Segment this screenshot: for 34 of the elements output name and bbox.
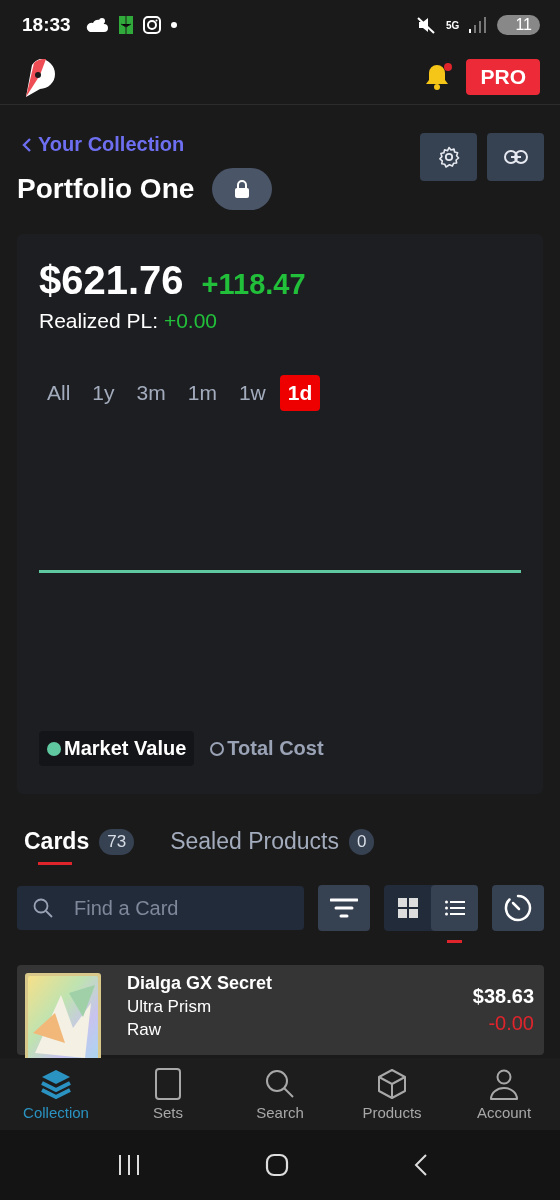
card-condition: Raw	[127, 1020, 162, 1040]
category-tab[interactable]: Sealed Products 0	[170, 828, 375, 865]
nav-tab[interactable]: Sets	[112, 1058, 224, 1130]
nav-tab[interactable]: Products	[336, 1058, 448, 1130]
value-change: +118.47	[201, 268, 306, 301]
count-badge: 73	[99, 828, 135, 855]
range-tab[interactable]: 1m	[179, 375, 225, 411]
network-label: 5G	[446, 19, 460, 31]
card-name: Dialga GX Secret	[127, 973, 274, 994]
clock-time: 18:33	[22, 14, 71, 36]
portfolio-title: Portfolio One	[17, 173, 195, 205]
range-tab[interactable]: 1d	[279, 375, 321, 411]
pro-button[interactable]: PRO	[466, 59, 540, 95]
card-set: Ultra Prism	[127, 997, 213, 1017]
search-field[interactable]: Find a Card	[17, 886, 304, 930]
range-tab[interactable]: 1y	[84, 375, 123, 411]
range-tab[interactable]: 1w	[230, 375, 274, 411]
realized-pl-label: Realized PL:	[39, 309, 160, 332]
count-badge: 0	[348, 828, 375, 855]
range-tab[interactable]: 3m	[128, 375, 174, 411]
range-tab[interactable]: All	[39, 375, 79, 411]
realized-pl-value: +0.00	[163, 309, 218, 332]
back-link[interactable]: Your Collection	[17, 133, 420, 156]
price-change: -0.00	[488, 1012, 534, 1035]
battery-indicator: 11	[497, 15, 540, 35]
nav-tab[interactable]: Search	[224, 1058, 336, 1130]
card-price: $38.63	[472, 985, 534, 1008]
category-tab[interactable]: Cards 73	[24, 828, 135, 865]
portfolio-value: $621.76	[39, 258, 184, 303]
nav-tab[interactable]: Collection	[0, 1058, 112, 1130]
card-row[interactable]: Dialga GX Secret Ultra Prism Raw $38.63 -0.00	[17, 965, 544, 1055]
legend-toggle[interactable]: Total Cost	[202, 731, 332, 766]
legend-toggle[interactable]: Market Value	[39, 731, 195, 766]
nav-tab[interactable]: Account	[448, 1058, 560, 1130]
